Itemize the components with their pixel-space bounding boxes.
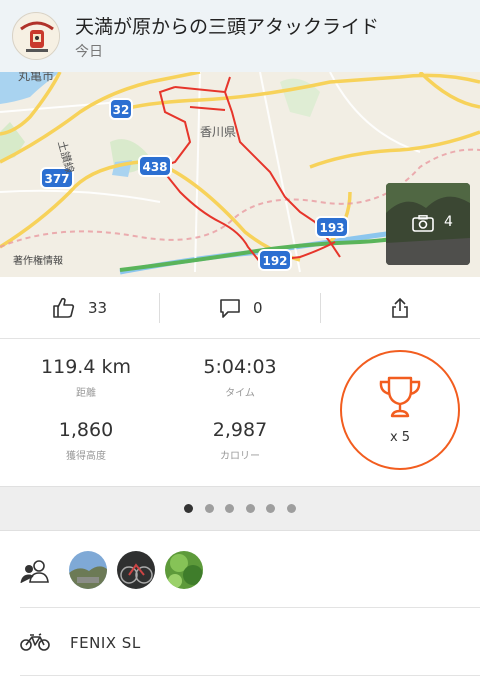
stat-time: 5:04:03 タイム xyxy=(165,356,315,399)
share-button[interactable] xyxy=(390,277,410,339)
thumbs-up-icon xyxy=(53,297,75,318)
elevation-label: 獲得高度 xyxy=(66,451,106,462)
kudos-count: 33 xyxy=(88,299,108,317)
share-icon xyxy=(392,297,408,318)
bike-icon xyxy=(20,633,50,651)
comment-icon xyxy=(220,299,240,318)
place-label-marugame: 丸亀市 xyxy=(18,72,54,83)
comment-count: 0 xyxy=(253,299,263,317)
shield-192: 192 xyxy=(262,254,287,268)
activity-header: 天満が原からの三頭アタックライド 今日 xyxy=(0,0,480,72)
shield-377: 377 xyxy=(44,172,69,186)
shield-438: 438 xyxy=(142,160,167,174)
time-value: 5:04:03 xyxy=(203,356,277,378)
map-copyright[interactable]: 著作権情報 xyxy=(13,252,63,267)
activity-date: 今日 xyxy=(75,44,103,60)
achievement-count: x 5 xyxy=(389,430,411,445)
calories-label: カロリー xyxy=(220,451,260,462)
divider xyxy=(20,675,480,676)
pager-dot[interactable] xyxy=(246,504,255,513)
member-avatar[interactable] xyxy=(69,551,107,589)
pager-dots[interactable] xyxy=(0,486,480,531)
pager-dot[interactable] xyxy=(266,504,275,513)
distance-value: 119.4 km xyxy=(41,356,131,378)
shield-32: 32 xyxy=(113,103,130,117)
stat-distance: 119.4 km 距離 xyxy=(11,356,161,399)
stat-calories: 2,987 カロリー xyxy=(165,419,315,462)
activity-stats: 119.4 km 距離 5:04:03 タイム 1,860 獲得高度 2,987… xyxy=(0,340,480,485)
photo-thumbnail[interactable]: 4 xyxy=(386,183,470,265)
athlete-avatar[interactable] xyxy=(12,12,60,60)
achievements-button[interactable]: x 5 xyxy=(340,350,460,470)
camera-icon xyxy=(412,215,434,232)
distance-label: 距離 xyxy=(76,388,96,399)
photo-count: 4 xyxy=(444,214,453,230)
comment-button[interactable]: 0 xyxy=(219,277,263,339)
divider xyxy=(320,293,321,323)
divider xyxy=(159,293,160,323)
elevation-value: 1,860 xyxy=(58,419,114,441)
pager-dot[interactable] xyxy=(205,504,214,513)
activity-title: 天満が原からの三頭アタックライド xyxy=(75,16,380,38)
group-members-row[interactable] xyxy=(0,531,480,608)
gear-name: FENIX SL xyxy=(70,634,141,652)
pager-dot[interactable] xyxy=(225,504,234,513)
place-label-kagawa: 香川県 xyxy=(200,125,236,139)
gear-row[interactable]: FENIX SL xyxy=(0,608,480,678)
calories-value: 2,987 xyxy=(212,419,268,441)
action-bar: 33 0 xyxy=(0,277,480,339)
stat-elevation: 1,860 獲得高度 xyxy=(11,419,161,462)
member-avatar[interactable] xyxy=(117,551,155,589)
group-icon xyxy=(20,560,49,584)
shield-193: 193 xyxy=(319,221,344,235)
pager-dot[interactable] xyxy=(184,504,193,513)
route-map[interactable]: 32 377 438 193 192 丸亀市 土讃線 香川県 著作権情報 4 xyxy=(0,72,480,277)
time-label: タイム xyxy=(225,388,255,399)
pager-dot[interactable] xyxy=(287,504,296,513)
trophy-icon xyxy=(379,376,421,418)
kudos-button[interactable]: 33 xyxy=(52,277,107,339)
member-avatar[interactable] xyxy=(165,551,203,589)
